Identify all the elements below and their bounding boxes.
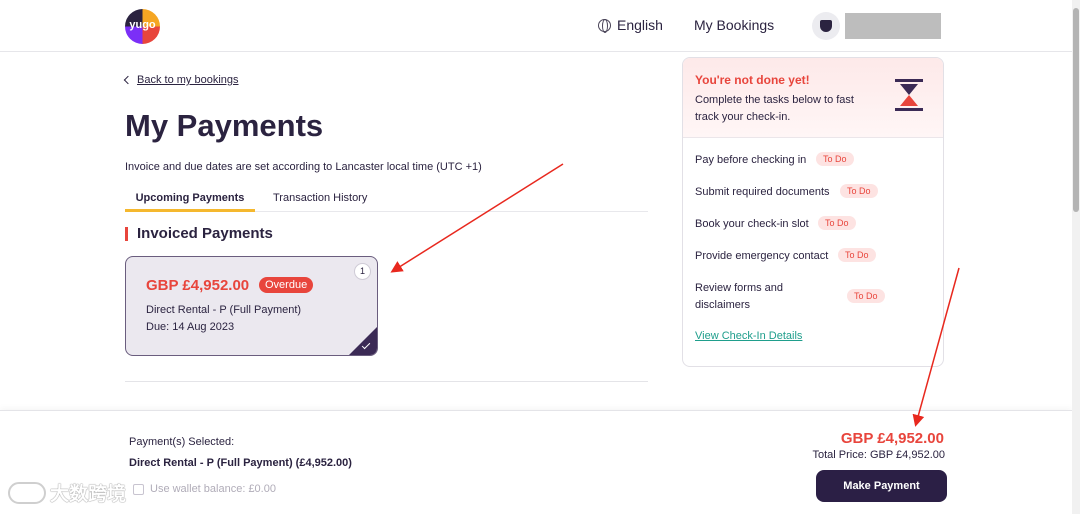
wallet-checkbox[interactable] [133,483,144,495]
watermark: 大数跨境 [8,479,126,506]
checkin-panel-header: You're not done yet! Complete the tasks … [683,58,943,138]
language-selector[interactable]: English [598,17,663,33]
my-bookings-link[interactable]: My Bookings [694,17,774,33]
task-status-badge: To Do [847,289,885,303]
payments-selected-value: Direct Rental - P (Full Payment) (£4,952… [129,457,352,469]
watermark-logo-icon [8,481,46,504]
hourglass-icon [895,79,923,111]
payment-card[interactable]: GBP £4,952.00 Overdue Direct Rental - P … [125,256,378,356]
yugo-logo[interactable]: yugo [125,9,160,44]
chevron-left-icon [123,75,133,85]
wallet-balance-option[interactable]: Use wallet balance: £0.00 [133,483,276,495]
payment-footer: Payment(s) Selected: Direct Rental - P (… [0,410,1072,514]
scrollbar-thumb[interactable] [1073,8,1079,212]
task-pay-before-checkin: Pay before checking in [695,154,807,166]
checkin-message: Complete the tasks below to fast track y… [695,94,854,123]
checkin-tasks-panel: You're not done yet! Complete the tasks … [682,57,944,367]
overdue-badge: Overdue [259,277,314,293]
task-emergency-contact: Provide emergency contact [695,250,829,262]
payment-due-date: Due: 14 Aug 2023 [146,321,235,333]
wallet-label: Use wallet balance: £0.00 [150,483,276,495]
payment-tabs: Upcoming Payments Transaction History [125,184,648,212]
total-amount: GBP £4,952.00 [840,430,944,447]
payment-name: Direct Rental - P (Full Payment) [146,304,302,316]
task-status-badge: To Do [818,216,856,230]
task-review-forms: Review forms and disclaimers [695,282,784,311]
language-label: English [617,17,663,33]
redacted-username[interactable] [845,13,941,39]
back-to-bookings-link[interactable]: Back to my bookings [123,74,239,86]
user-icon [820,20,832,32]
make-payment-button[interactable]: Make Payment [816,470,947,502]
back-link-label: Back to my bookings [137,74,239,86]
user-avatar[interactable] [812,12,840,40]
globe-icon [598,18,611,33]
divider [125,381,648,382]
task-status-badge: To Do [838,248,876,262]
top-header: yugo English My Bookings [0,0,1072,52]
total-price: Total Price: GBP £4,952.00 [812,449,946,461]
task-status-badge: To Do [840,184,878,198]
tab-transaction-history[interactable]: Transaction History [273,192,367,204]
payment-amount: GBP £4,952.00 [146,277,250,294]
selected-corner [348,326,377,355]
page-title: My Payments [125,108,324,143]
not-done-heading: You're not done yet! [695,73,810,87]
task-status-badge: To Do [816,152,854,166]
payments-selected-label: Payment(s) Selected: [129,436,235,448]
payment-number-badge: 1 [354,263,371,280]
task-submit-documents: Submit required documents [695,186,830,198]
timezone-note: Invoice and due dates are set according … [125,161,482,173]
tab-upcoming-payments[interactable]: Upcoming Payments [125,192,255,212]
watermark-text: 大数跨境 [50,484,127,505]
section-title-invoiced: Invoiced Payments [125,226,273,241]
task-book-checkin-slot: Book your check-in slot [695,218,809,230]
view-checkin-details-link[interactable]: View Check-In Details [695,330,802,342]
logo-text: yugo [129,19,156,31]
